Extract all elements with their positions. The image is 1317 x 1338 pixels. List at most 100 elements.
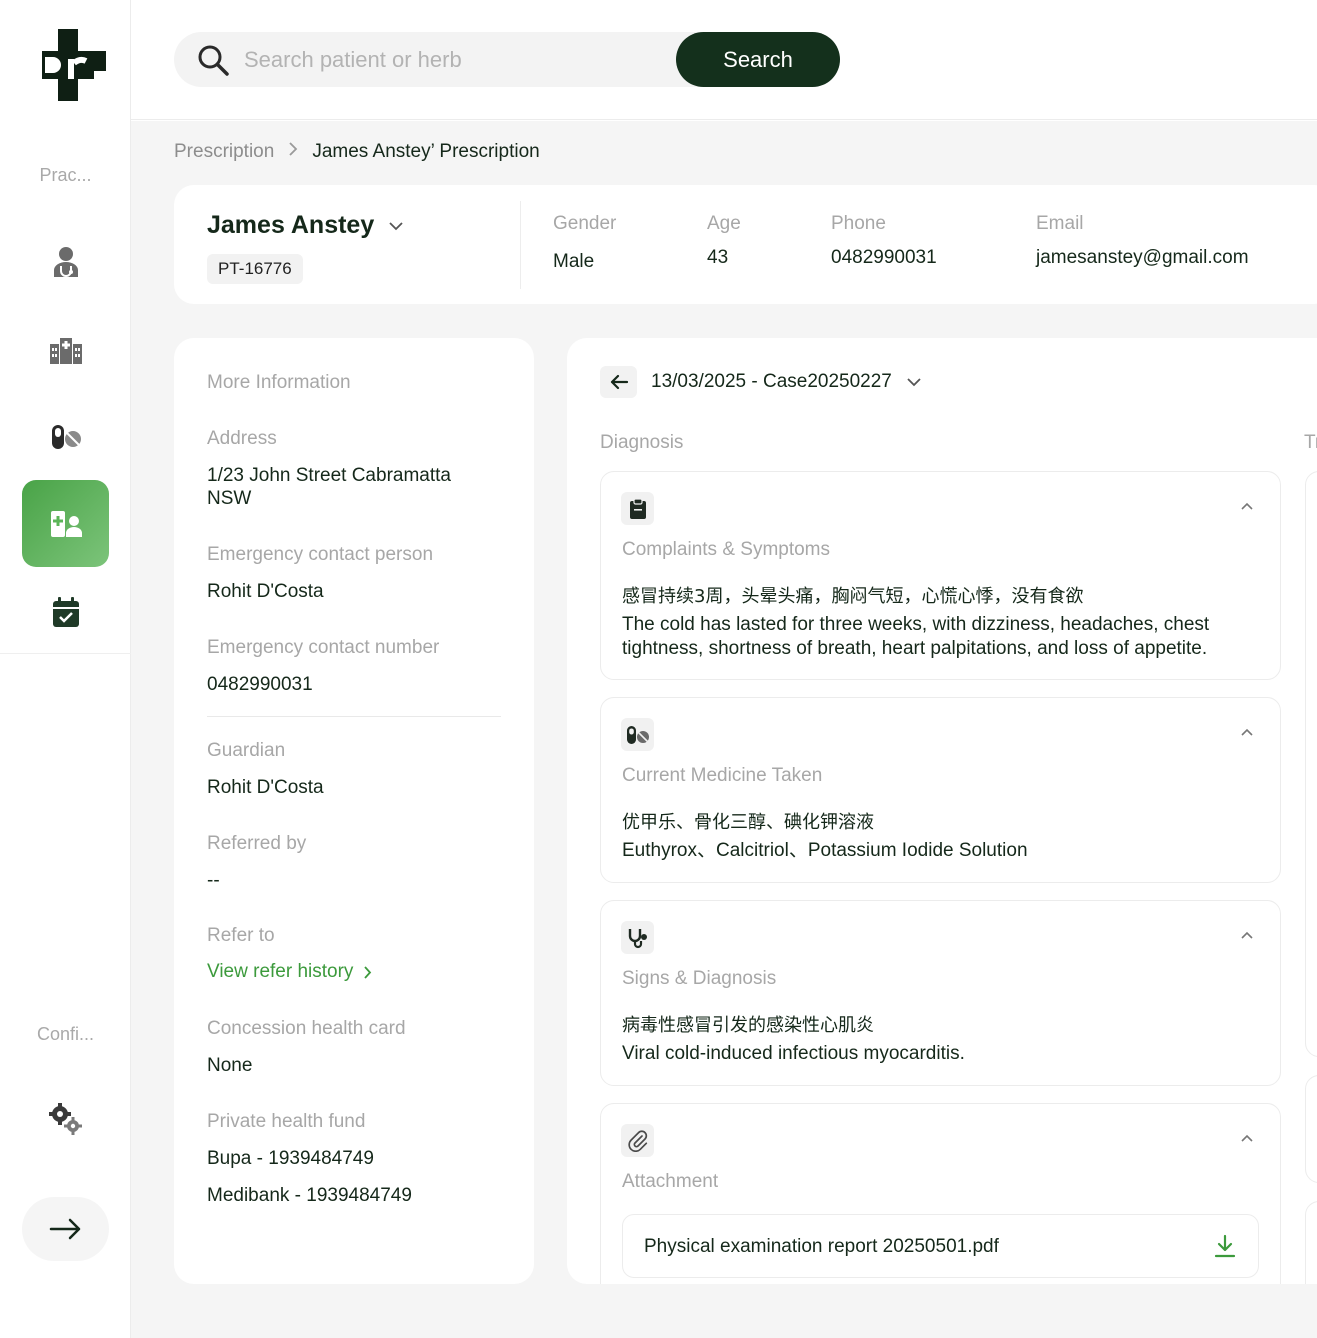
header-divider	[520, 201, 521, 289]
more-information-card: More Information Address 1/23 John Stree…	[174, 338, 534, 1284]
patient-id-badge: PT-16776	[207, 254, 303, 284]
search-button[interactable]: Search	[676, 32, 840, 87]
refer-to-field: Refer to View refer history	[207, 925, 507, 983]
arrow-left-icon	[610, 374, 628, 390]
concession-value: None	[207, 1055, 253, 1076]
emergency-person-label: Emergency contact person	[207, 544, 434, 565]
gender-field: Gender Male	[553, 213, 616, 273]
sidebar-item-doctors[interactable]	[22, 218, 109, 305]
private-fund-field: Private health fund Bupa - 1939484749 Me…	[207, 1111, 507, 1207]
private-fund-item: Bupa - 1939484749	[207, 1148, 374, 1169]
email-label: Email	[1036, 213, 1084, 234]
search-input[interactable]	[244, 40, 664, 80]
complaints-text-zh: 感冒持续3周，头晕头痛，胸闷气短，心慌心悸，没有食欲	[622, 586, 1084, 607]
complaints-title: Complaints & Symptoms	[622, 539, 831, 560]
sidebar-item-herbs[interactable]	[22, 393, 109, 480]
dr-logo[interactable]	[42, 29, 108, 101]
breadcrumb-current: James Anstey’ Prescription	[312, 141, 540, 162]
pills-icon	[51, 424, 81, 449]
signs-text-zh: 病毒性感冒引发的感染性心肌炎	[622, 1015, 874, 1036]
signs-title: Signs & Diagnosis	[622, 968, 777, 989]
sidebar-item-settings[interactable]	[22, 1075, 109, 1162]
download-icon[interactable]	[1214, 1234, 1236, 1263]
emergency-person-field: Emergency contact person Rohit D'Costa	[207, 544, 507, 603]
treatment-card-partial	[1305, 471, 1317, 1057]
treatment-card-partial	[1305, 1201, 1317, 1284]
attachment-file-row[interactable]: Physical examination report 20250501.pdf	[622, 1214, 1259, 1278]
view-refer-history-label: View refer history	[207, 961, 354, 982]
emergency-number-field: Emergency contact number 0482990031	[207, 637, 507, 696]
guardian-field: Guardian Rohit D'Costa	[207, 740, 507, 799]
email-value: jamesanstey@gmail.com	[1036, 247, 1249, 268]
patient-name-dropdown[interactable]: James Anstey	[207, 211, 404, 240]
sidebar-divider	[0, 653, 131, 654]
case-card: 13/03/2025 - Case20250227 Diagnosis Tr C…	[567, 338, 1317, 1284]
breadcrumb-prescription-link[interactable]: Prescription	[174, 141, 274, 163]
config-section-label: Confi...	[36, 1024, 95, 1044]
complaints-symptoms-card: Complaints & Symptoms 感冒持续3周，头晕头痛，胸闷气短，心…	[600, 471, 1281, 680]
medicine-title: Current Medicine Taken	[622, 765, 823, 786]
more-information-title: More Information	[207, 372, 351, 393]
refer-to-label: Refer to	[207, 925, 275, 946]
pills-icon	[621, 718, 654, 751]
search-bar: Search	[174, 32, 840, 87]
patient-record-icon	[50, 510, 82, 537]
phone-field: Phone 0482990031	[831, 213, 937, 269]
topbar: Search	[131, 0, 1317, 120]
arrow-right-icon	[49, 1218, 80, 1240]
main-content: Prescription James Anstey’ Prescription …	[131, 121, 1317, 1338]
emergency-number-label: Emergency contact number	[207, 637, 440, 658]
practice-section-label: Prac...	[39, 165, 92, 185]
medicine-text-en: Euthyrox、Calcitriol、Potassium Iodide Sol…	[622, 840, 1028, 861]
medicine-text-zh: 优甲乐、骨化三醇、碘化钾溶液	[622, 812, 874, 833]
chevron-up-icon[interactable]	[1240, 1130, 1254, 1148]
case-selector-row: 13/03/2025 - Case20250227	[600, 366, 922, 398]
current-medicine-card: Current Medicine Taken 优甲乐、骨化三醇、碘化钾溶液 Eu…	[600, 697, 1281, 883]
paperclip-icon	[621, 1124, 654, 1157]
treatment-card-partial	[1305, 1075, 1317, 1183]
treatment-title-partial: Tr	[1304, 432, 1317, 453]
chevron-down-icon	[389, 221, 403, 230]
stethoscope-icon	[621, 921, 654, 954]
guardian-label: Guardian	[207, 740, 286, 761]
attachment-card: Attachment Physical examination report 2…	[600, 1103, 1281, 1284]
age-value: 43	[707, 247, 729, 268]
complaints-text-en: The cold has lasted for three weeks, wit…	[622, 614, 1210, 659]
hospital-icon	[49, 337, 82, 364]
sidebar-item-clinics[interactable]	[22, 306, 109, 393]
emergency-number-value: 0482990031	[207, 674, 313, 695]
phone-value: 0482990031	[831, 247, 937, 268]
sidebar-item-patient-records[interactable]	[22, 480, 109, 567]
calendar-check-icon	[52, 596, 79, 627]
clipboard-icon	[621, 492, 654, 525]
address-value: 1/23 John Street Cabramatta NSW	[207, 465, 451, 509]
attachment-title: Attachment	[622, 1171, 719, 1192]
private-fund-item: Medibank - 1939484749	[207, 1185, 412, 1206]
more-info-divider	[207, 716, 501, 717]
sidebar-item-appointments[interactable]	[22, 568, 109, 655]
chevron-up-icon[interactable]	[1240, 498, 1254, 516]
patient-name: James Anstey	[207, 211, 375, 239]
sidebar: Prac... Confi...	[0, 0, 131, 1338]
private-fund-label: Private health fund	[207, 1111, 366, 1132]
breadcrumb: Prescription James Anstey’ Prescription	[174, 141, 540, 163]
email-field: Email jamesanstey@gmail.com	[1036, 213, 1249, 269]
view-refer-history-link[interactable]: View refer history	[207, 961, 507, 983]
chevron-up-icon[interactable]	[1240, 927, 1254, 945]
chevron-down-icon[interactable]	[906, 377, 922, 387]
address-label: Address	[207, 428, 277, 449]
collapse-sidebar-button[interactable]	[22, 1197, 109, 1261]
signs-text-en: Viral cold-induced infectious myocarditi…	[622, 1043, 965, 1064]
gender-label: Gender	[553, 213, 617, 234]
gears-icon	[48, 1102, 82, 1135]
age-field: Age 43	[707, 213, 741, 269]
concession-label: Concession health card	[207, 1018, 406, 1039]
phone-label: Phone	[831, 213, 886, 234]
address-field: Address 1/23 John Street Cabramatta NSW	[207, 428, 507, 510]
case-selector-value[interactable]: 13/03/2025 - Case20250227	[651, 371, 892, 393]
attachment-file-name: Physical examination report 20250501.pdf	[644, 1236, 999, 1257]
concession-field: Concession health card None	[207, 1018, 507, 1077]
guardian-value: Rohit D'Costa	[207, 777, 324, 798]
back-button[interactable]	[600, 366, 637, 398]
chevron-up-icon[interactable]	[1240, 724, 1254, 742]
